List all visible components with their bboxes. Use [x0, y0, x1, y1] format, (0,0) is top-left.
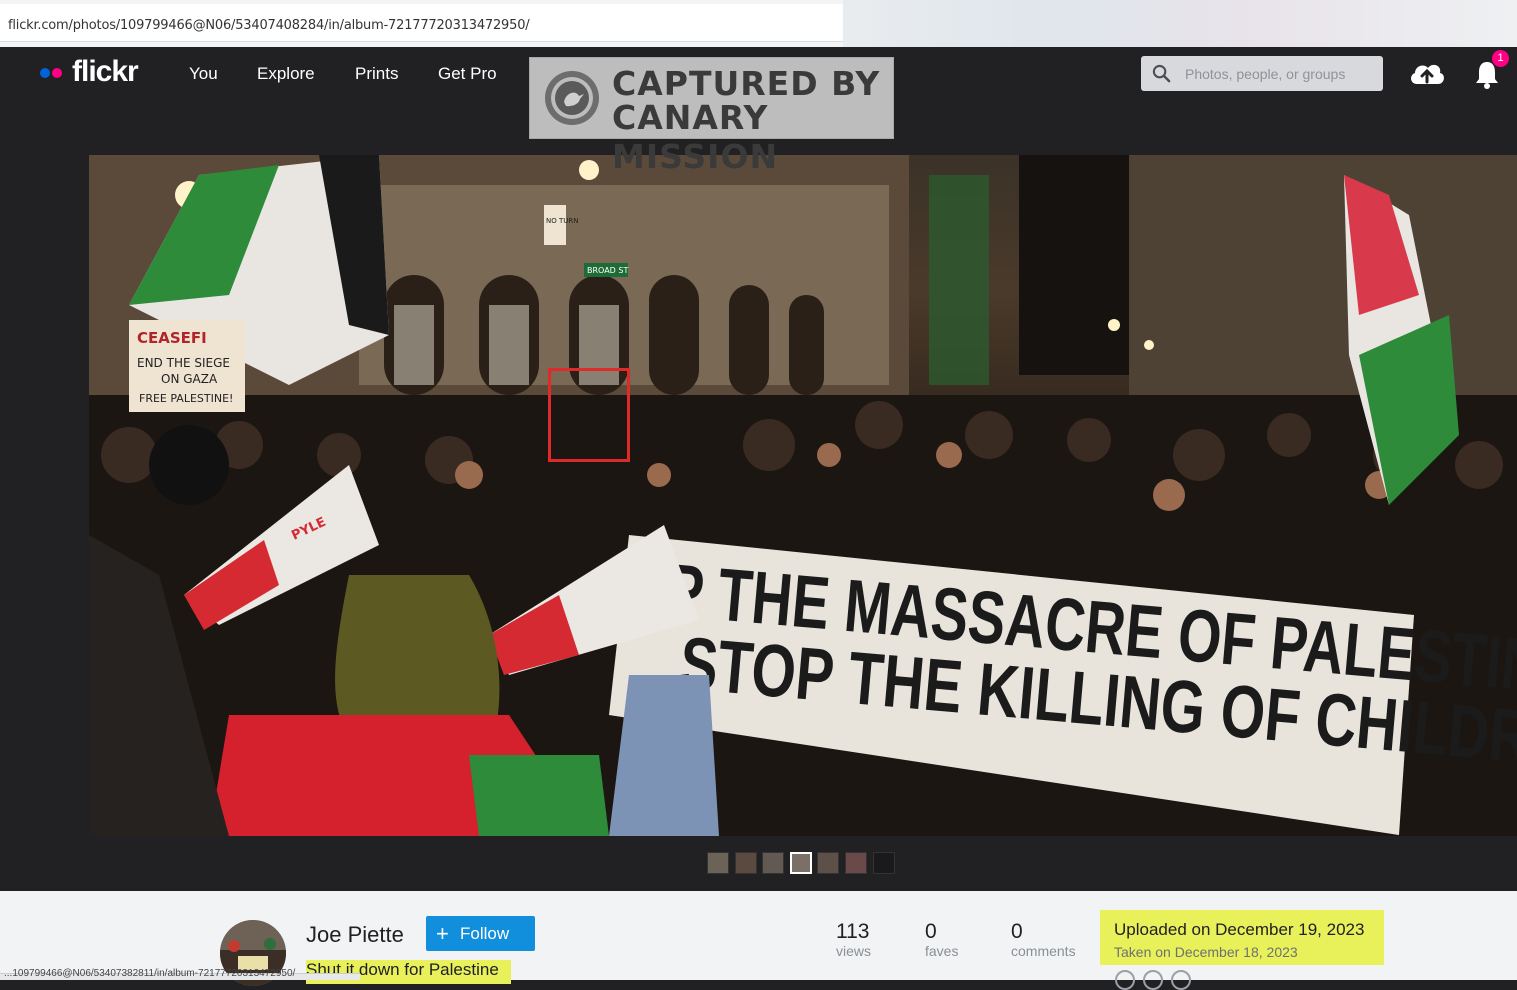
license-icon [1115, 970, 1135, 990]
thumbnail[interactable] [845, 852, 867, 874]
no-turn-sign: NO TURN [546, 217, 578, 225]
thumbnail[interactable] [873, 852, 895, 874]
address-bar[interactable]: flickr.com/photos/109799466@N06/53407408… [0, 4, 843, 42]
sign-text-2: END THE SIEGE [137, 356, 230, 370]
street-sign: BROAD ST [587, 266, 628, 275]
faves-label: faves [925, 943, 959, 959]
license-icon [1171, 970, 1191, 990]
nav-you[interactable]: You [189, 64, 218, 84]
canary-logo-icon [545, 71, 599, 125]
flickr-logo[interactable]: flickr [72, 55, 139, 89]
search-input[interactable]: Photos, people, or groups [1141, 56, 1383, 91]
notification-badge[interactable]: 1 [1492, 50, 1509, 67]
upload-cloud-icon[interactable] [1407, 58, 1447, 90]
canary-mission-watermark: CAPTURED BY CANARY MISSION [529, 57, 894, 176]
face-highlight-box [548, 368, 630, 462]
upload-info: Uploaded on December 19, 2023 Taken on D… [1100, 910, 1384, 965]
faves-count: 0 [925, 920, 937, 943]
sign-text-3: ON GAZA [161, 372, 218, 386]
plus-icon: + [436, 921, 449, 946]
comments-count: 0 [1011, 920, 1023, 943]
logo-blue-dot [40, 68, 50, 78]
uploaded-date: Uploaded on December 19, 2023 [1114, 920, 1365, 939]
views-label: views [836, 943, 872, 959]
thumbnail-active[interactable] [790, 852, 812, 874]
thumbnail[interactable] [762, 852, 784, 874]
address-url[interactable]: flickr.com/photos/109799466@N06/53407408… [8, 18, 530, 33]
faves-stat: 0 faves [925, 920, 958, 959]
thumbnail[interactable] [817, 852, 839, 874]
comments-stat: 0 comments [1011, 920, 1076, 959]
nav-prints[interactable]: Prints [355, 64, 398, 84]
comments-label: comments [1011, 943, 1076, 959]
status-url: ...109799466@N06/53407382811/in/album-72… [4, 968, 296, 979]
views-count: 113 [836, 920, 870, 943]
follow-button[interactable]: + Follow [426, 916, 535, 951]
browser-status-bar: ...109799466@N06/53407382811/in/album-72… [0, 968, 360, 980]
logo-pink-dot [52, 68, 62, 78]
nav-explore[interactable]: Explore [257, 64, 315, 84]
watermark-line-2: CANARY MISSION [612, 98, 779, 176]
follow-label: Follow [460, 924, 510, 943]
author-name[interactable]: Joe Piette [306, 922, 404, 948]
taken-date: Taken on December 18, 2023 [1114, 944, 1298, 960]
sign-text-4: FREE PALESTINE! [139, 392, 233, 405]
protest-photo-art: CEASEFI END THE SIEGE ON GAZA FREE PALES… [89, 155, 1517, 836]
thumbnail[interactable] [707, 852, 729, 874]
thumbnail[interactable] [735, 852, 757, 874]
search-icon [1152, 64, 1171, 83]
nav-get-pro[interactable]: Get Pro [438, 64, 497, 84]
search-placeholder: Photos, people, or groups [1185, 66, 1346, 82]
main-photo[interactable]: CEASEFI END THE SIEGE ON GAZA FREE PALES… [89, 155, 1517, 836]
sign-text-1: CEASEFI [137, 329, 207, 347]
blurred-browser-area [843, 0, 1517, 47]
views-stat: 113 views [836, 920, 871, 959]
license-icon [1143, 970, 1163, 990]
